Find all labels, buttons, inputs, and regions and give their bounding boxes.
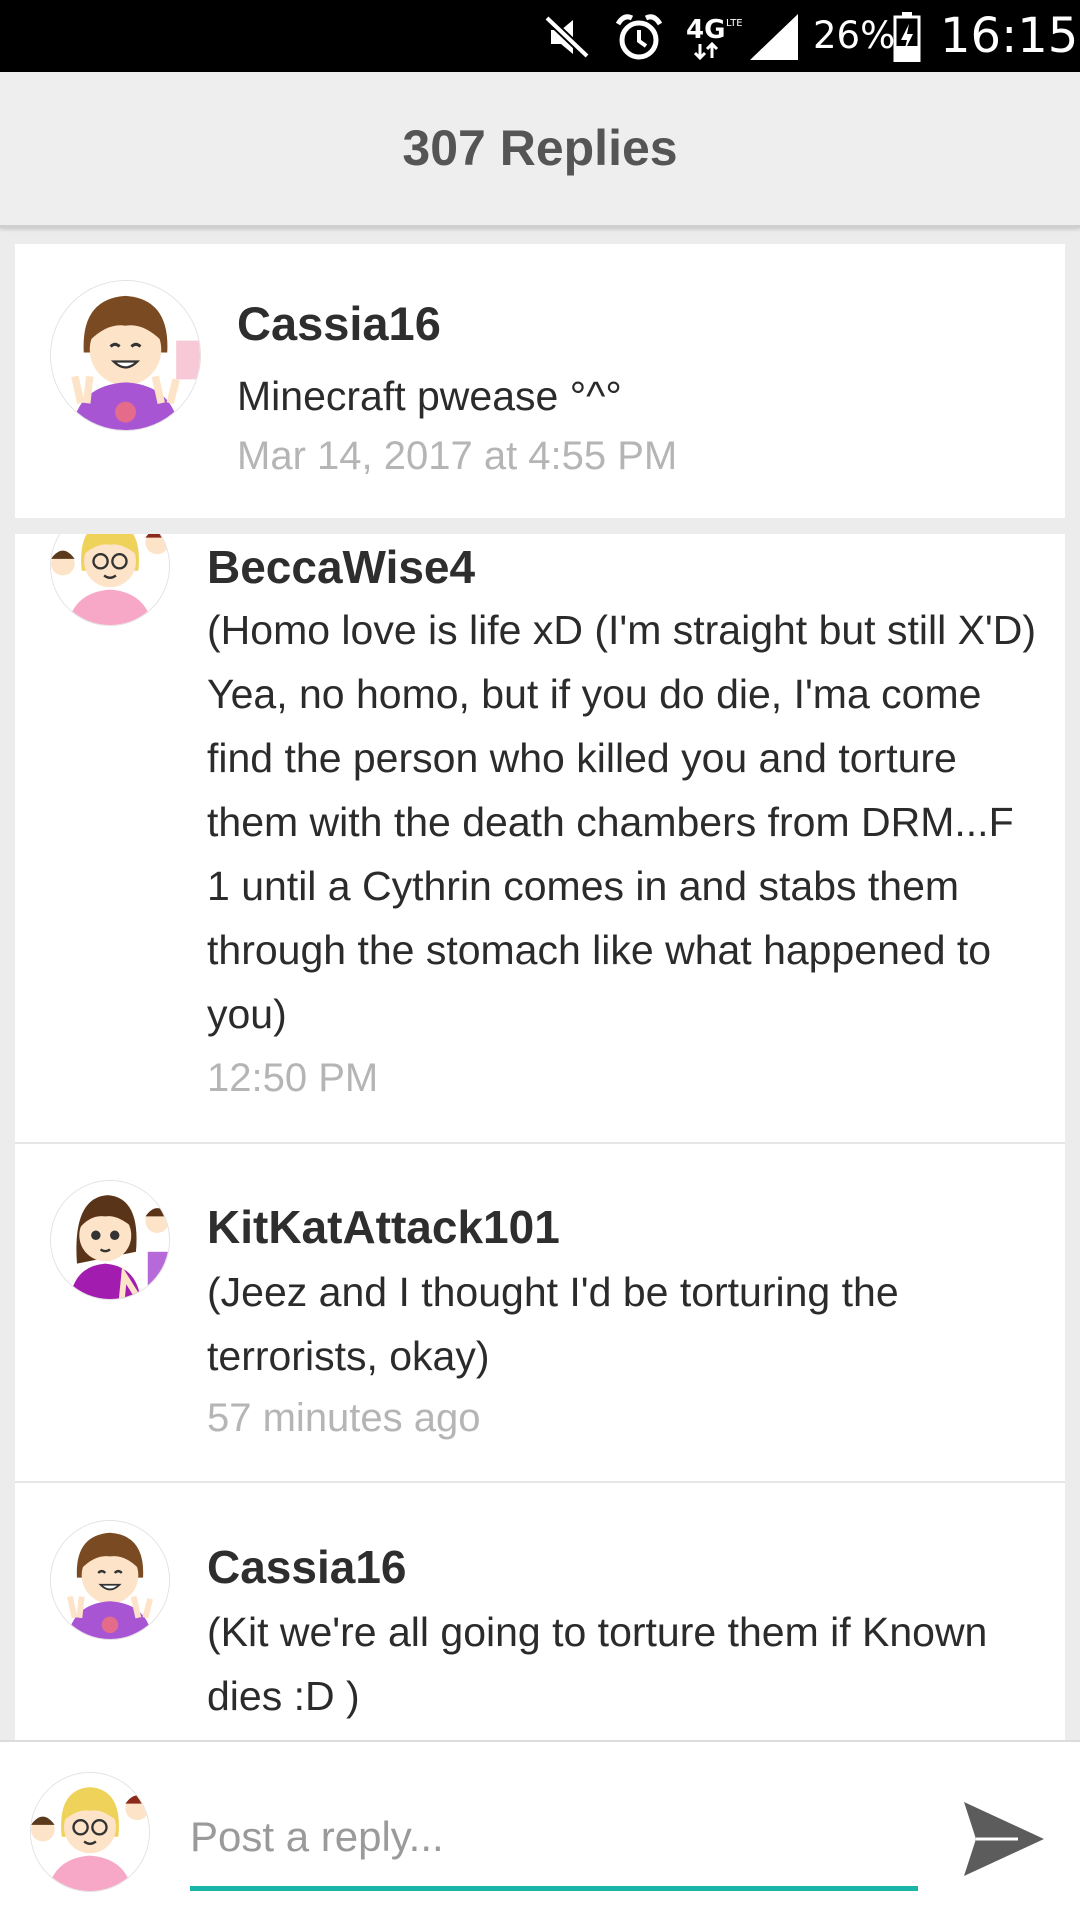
comment-text: (Homo love is life xD (I'm straight but … [207, 607, 1037, 1037]
avatar[interactable] [50, 1180, 170, 1300]
comment-text: Minecraft pwease °^° [237, 373, 622, 419]
svg-text:4G: 4G [686, 15, 725, 45]
page-title: 307 Replies [402, 120, 678, 176]
comment-text: (Kit we're all going to torture them if … [207, 1609, 988, 1719]
divider [15, 1481, 1065, 1483]
alarm-icon [614, 12, 664, 67]
battery-icon [893, 12, 921, 67]
comment-timestamp: 12:50 PM [207, 1056, 379, 1100]
reply-input[interactable] [190, 1802, 915, 1872]
header: 307 Replies [0, 72, 1080, 228]
status-bar: 4G LTE 26% 16:15 [0, 0, 1080, 72]
comment-username[interactable]: Cassia16 [207, 1540, 407, 1594]
comment-username[interactable]: KitKatAttack101 [207, 1200, 560, 1254]
mute-icon [543, 14, 591, 65]
reply-input-underline [190, 1886, 918, 1891]
comment-text: (Jeez and I thought I'd be torturing the… [207, 1269, 899, 1379]
clock: 16:15 [940, 8, 1079, 64]
divider [15, 1142, 1065, 1144]
comment-username[interactable]: Cassia16 [237, 296, 441, 351]
svg-text:LTE: LTE [726, 18, 742, 29]
avatar[interactable] [50, 280, 201, 431]
send-button[interactable] [958, 1794, 1048, 1884]
comment-timestamp: Mar 14, 2017 at 4:55 PM [237, 434, 678, 478]
avatar[interactable] [50, 1520, 170, 1640]
comment-timestamp: 57 minutes ago [207, 1396, 481, 1440]
avatar[interactable] [50, 534, 170, 626]
network-4g-icon: 4G LTE [686, 12, 743, 65]
original-comment: Cassia16 Minecraft pwease °^° Mar 14, 20… [15, 244, 1065, 518]
reply-bar [0, 1740, 1080, 1920]
send-icon [964, 1802, 1044, 1876]
comment-username[interactable]: BeccaWise4 [207, 540, 475, 594]
battery-percentage: 26% [813, 14, 896, 57]
signal-icon [748, 12, 800, 67]
replies-list: BeccaWise4 (Homo love is life xD (I'm st… [15, 534, 1065, 1740]
user-avatar [30, 1772, 150, 1892]
